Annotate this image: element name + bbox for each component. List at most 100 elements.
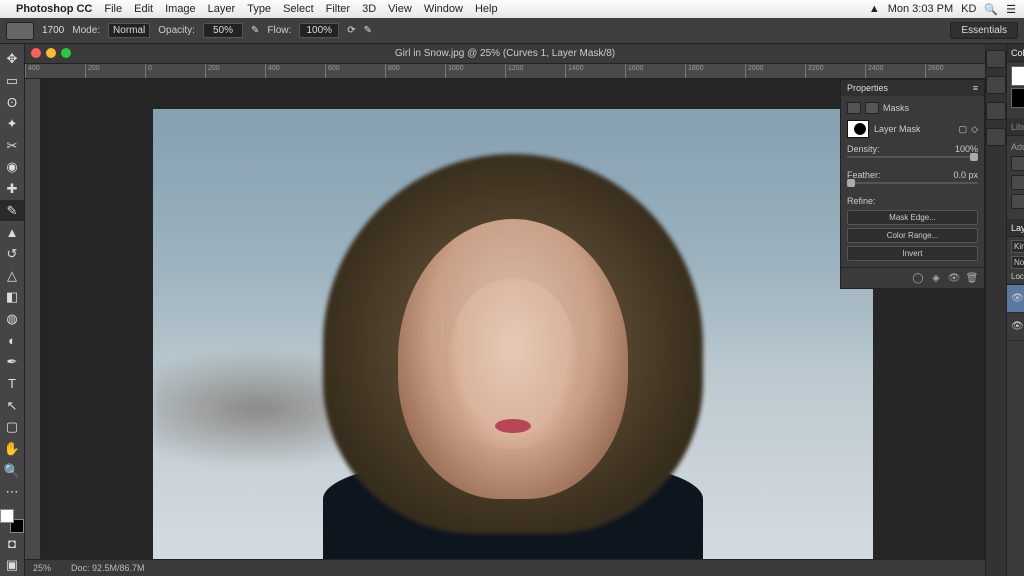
vertical-ruler[interactable] <box>25 79 41 559</box>
mask-edge-button[interactable]: Mask Edge... <box>847 210 978 225</box>
canvas[interactable]: Properties ≡ Masks Layer Mask <box>41 79 985 559</box>
workspace-switcher[interactable]: Essentials <box>950 22 1018 39</box>
layer-blend-select[interactable]: Normal <box>1011 256 1024 269</box>
properties-header[interactable]: Properties ≡ <box>841 80 984 96</box>
pressure-size-icon[interactable]: ✎ <box>364 25 372 36</box>
quick-select-tool[interactable]: ✦ <box>0 113 24 135</box>
eyedropper-tool[interactable]: ◉ <box>0 156 24 178</box>
stamp-tool[interactable]: ▲ <box>0 221 24 243</box>
density-slider[interactable] <box>847 156 978 158</box>
menu-image[interactable]: Image <box>165 3 196 15</box>
visibility-icon[interactable]: 👁 <box>1011 293 1023 304</box>
history-brush-tool[interactable]: ↺ <box>0 243 24 265</box>
opacity-input[interactable]: 50% <box>203 23 243 38</box>
delete-mask-icon[interactable]: 🗑 <box>966 272 978 284</box>
apply-mask-icon[interactable]: ◈ <box>930 272 942 284</box>
layer-filter-kind[interactable]: Kind <box>1011 240 1024 253</box>
bg-swatch[interactable] <box>1011 88 1024 108</box>
flow-input[interactable]: 100% <box>299 23 339 38</box>
actions-panel-icon[interactable] <box>986 102 1006 120</box>
pressure-opacity-icon[interactable]: ✎ <box>251 25 259 36</box>
tab-layers[interactable]: Layers <box>1011 223 1024 233</box>
photo-content <box>153 109 873 559</box>
document-area: Girl in Snow.jpg @ 25% (Curves 1, Layer … <box>25 44 985 576</box>
move-tool[interactable]: ✥ <box>0 48 24 70</box>
shape-tool[interactable]: ▢ <box>0 416 24 438</box>
eraser-tool[interactable]: △ <box>0 265 24 287</box>
threshold-icon[interactable] <box>1011 194 1024 209</box>
spotlight-icon[interactable]: 🔍 <box>984 3 998 16</box>
load-selection-icon[interactable]: ◯ <box>912 272 924 284</box>
type-tool[interactable]: T <box>0 373 24 395</box>
color-swatches[interactable] <box>0 509 24 533</box>
menu-3d[interactable]: 3D <box>362 3 376 15</box>
info-panel-icon[interactable] <box>986 128 1006 146</box>
mac-menubar: Photoshop CC File Edit Image Layer Type … <box>0 0 1024 18</box>
panel-menu-icon[interactable]: ≡ <box>973 83 978 93</box>
fg-swatch[interactable] <box>1011 66 1024 86</box>
foreground-color[interactable] <box>0 509 14 523</box>
horizontal-ruler[interactable]: 4002000200400600800100012001400160018002… <box>25 64 985 79</box>
mask-type-icon-2[interactable] <box>865 102 879 114</box>
menu-filter[interactable]: Filter <box>326 3 350 15</box>
document-tab[interactable]: Girl in Snow.jpg @ 25% (Curves 1, Layer … <box>25 44 985 64</box>
zoom-window-icon[interactable] <box>61 48 71 58</box>
visibility-icon[interactable]: 👁 <box>1011 321 1023 332</box>
menu-help[interactable]: Help <box>475 3 498 15</box>
color-range-button[interactable]: Color Range... <box>847 228 978 243</box>
mask-type-icon[interactable] <box>847 102 861 114</box>
marquee-tool[interactable]: ▭ <box>0 70 24 92</box>
zoom-level[interactable]: 25% <box>33 563 51 573</box>
quickmask-tool[interactable]: ◘ <box>0 533 24 555</box>
history-panel-icon[interactable] <box>986 50 1006 68</box>
healing-tool[interactable]: ✚ <box>0 178 24 200</box>
airbrush-icon[interactable]: ⟳ <box>347 25 355 36</box>
pen-tool[interactable]: ✒ <box>0 351 24 373</box>
brightness-icon[interactable] <box>1011 156 1024 171</box>
menu-file[interactable]: File <box>104 3 122 15</box>
brush-preset[interactable] <box>6 22 34 40</box>
tab-libraries[interactable]: Libraries <box>1011 122 1024 132</box>
edit-toolbar[interactable]: ⋯ <box>0 481 24 503</box>
tab-color[interactable]: Color <box>1011 48 1024 58</box>
adjust-panel-tabs: Libraries Adjustments Styles <box>1007 118 1024 136</box>
feather-slider[interactable] <box>847 182 978 184</box>
gradient-tool[interactable]: ◧ <box>0 286 24 308</box>
disable-mask-icon[interactable]: 👁 <box>948 272 960 284</box>
hand-tool[interactable]: ✋ <box>0 438 24 460</box>
bw-icon[interactable] <box>1011 175 1024 190</box>
menu-select[interactable]: Select <box>283 3 314 15</box>
layermask-thumb[interactable] <box>847 120 869 138</box>
menu-extra-icon[interactable]: ☰ <box>1006 3 1016 16</box>
close-window-icon[interactable] <box>31 48 41 58</box>
zoom-tool[interactable]: 🔍 <box>0 460 24 482</box>
menu-view[interactable]: View <box>388 3 412 15</box>
layer-background[interactable]: 👁 Background 🔒 <box>1007 313 1024 341</box>
brushes-panel-icon[interactable] <box>986 76 1006 94</box>
dodge-tool[interactable]: ◐ <box>0 330 24 352</box>
screenmode-tool[interactable]: ▣ <box>0 554 24 576</box>
properties-title: Properties <box>847 83 888 93</box>
minimize-window-icon[interactable] <box>46 48 56 58</box>
crop-tool[interactable]: ✂ <box>0 135 24 157</box>
path-select-tool[interactable]: ↖ <box>0 395 24 417</box>
layer-curves[interactable]: 👁 ⛓ Curves 1 <box>1007 285 1024 313</box>
menu-edit[interactable]: Edit <box>134 3 153 15</box>
doc-size[interactable]: Doc: 92.5M/86.7M <box>71 563 145 573</box>
wifi-icon[interactable]: ▲ <box>869 3 880 15</box>
adjust-hint: Add an adjustment <box>1011 142 1024 152</box>
menu-layer[interactable]: Layer <box>208 3 236 15</box>
invert-button[interactable]: Invert <box>847 246 978 261</box>
add-mask-icon[interactable]: ▢ <box>959 124 968 135</box>
lasso-tool[interactable]: ʘ <box>0 91 24 113</box>
add-vector-mask-icon[interactable]: ◇ <box>971 124 978 135</box>
blend-mode-select[interactable]: Normal <box>108 23 150 38</box>
menu-window[interactable]: Window <box>424 3 463 15</box>
menu-type[interactable]: Type <box>247 3 271 15</box>
brush-tool[interactable]: ✎ <box>0 200 24 222</box>
feather-value[interactable]: 0.0 px <box>953 170 978 180</box>
blur-tool[interactable]: ◍ <box>0 308 24 330</box>
user[interactable]: KD <box>961 3 976 15</box>
app-name[interactable]: Photoshop CC <box>16 3 92 15</box>
right-panels: Color Swatches Libraries Adjustments Sty… <box>1006 44 1024 576</box>
